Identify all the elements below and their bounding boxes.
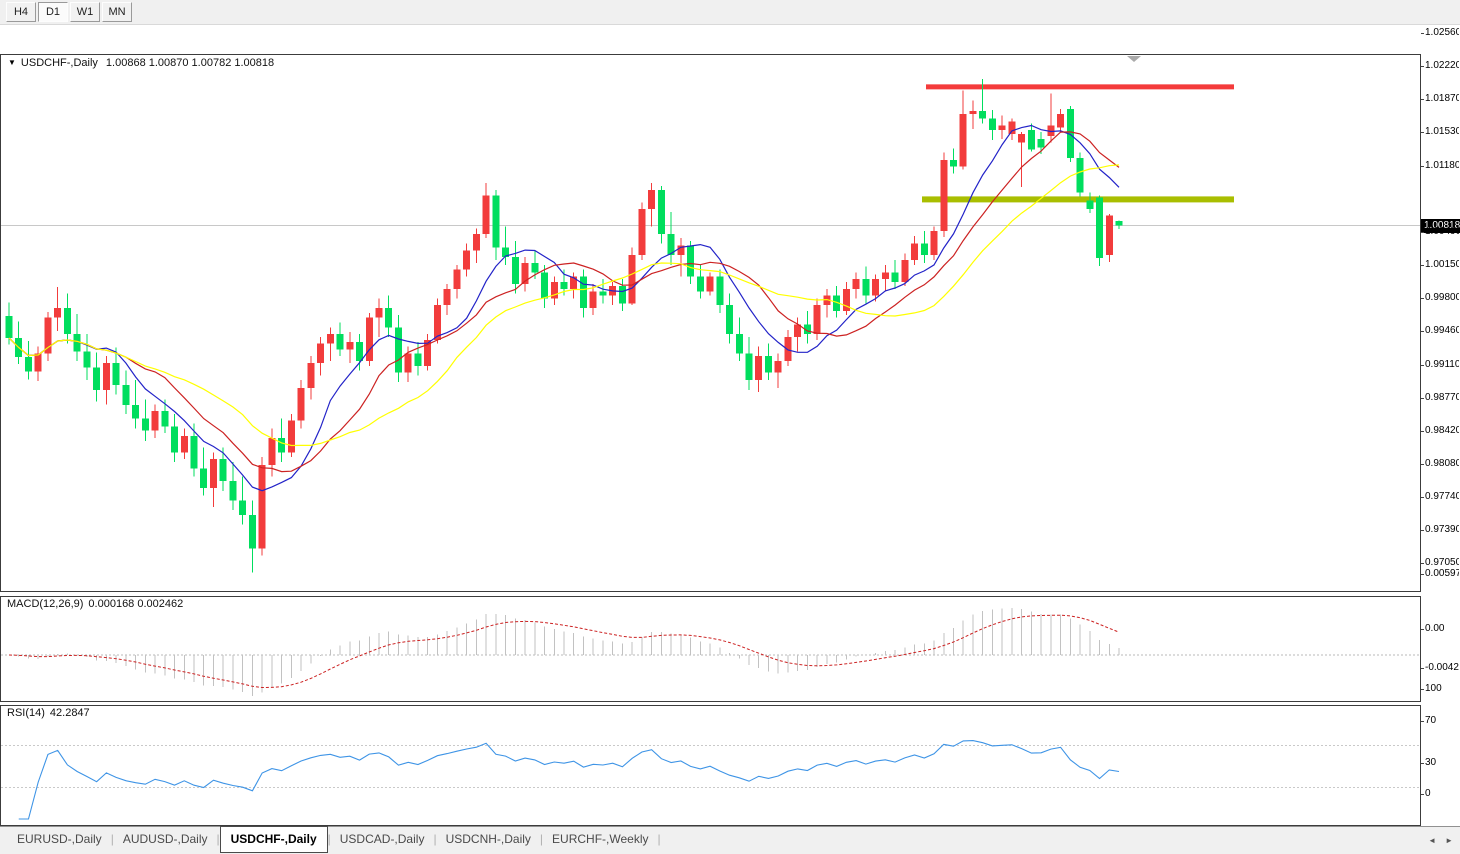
price-axis-tick — [1421, 132, 1424, 134]
timeframe-button-w1[interactable]: W1 — [70, 2, 100, 22]
macd-label: MACD(12,26,9) — [7, 598, 84, 610]
chart-tab-usdchf-daily[interactable]: USDCHF-,Daily — [219, 826, 328, 853]
timeframe-toolbar: H4 D1 W1 MN — [0, 0, 1460, 25]
price-axis-tick — [1421, 33, 1424, 34]
price-axis-label: 1.01180 — [1425, 159, 1459, 171]
price-axis-label: 1.01870 — [1425, 93, 1459, 105]
rsi-axis-label: 70 — [1425, 714, 1437, 726]
price-axis-tick — [1421, 264, 1424, 266]
chart-area: ▼ USDCHF-,Daily 1.00868 1.00870 1.00782 1.… — [0, 25, 1460, 851]
price-axis-tick — [1421, 397, 1424, 399]
ma-mid — [8, 131, 1120, 473]
rsi-axis-tick — [1421, 720, 1424, 722]
price-axis-label: 1.02220 — [1425, 59, 1459, 71]
macd-axis-label: -0.004243 — [1425, 662, 1459, 674]
price-axis-tick — [1421, 298, 1424, 300]
price-axis-tick — [1421, 530, 1424, 532]
price-axis-label: 0.99460 — [1425, 325, 1459, 337]
chart-tab-usdcad-daily[interactable]: USDCAD-,Daily — [331, 827, 434, 852]
price-axis-label: 0.97740 — [1425, 490, 1459, 502]
macd-panel[interactable] — [0, 596, 1421, 702]
timeframe-button-mn[interactable]: MN — [102, 2, 132, 22]
price-axis-tick — [1421, 364, 1424, 366]
chart-tab-usdcnh-daily[interactable]: USDCNH-,Daily — [437, 827, 540, 852]
chevron-down-icon[interactable]: ▼ — [8, 58, 16, 67]
rsi-axis-label: 0 — [1425, 788, 1431, 799]
price-axis-tick — [1421, 99, 1424, 101]
macd-chart[interactable] — [1, 597, 1420, 701]
price-axis-label: 0.98080 — [1425, 457, 1459, 469]
macd-values: 0.000168 0.002462 — [88, 598, 184, 610]
macd-axis-tick — [1421, 629, 1424, 630]
price-axis-tick — [1421, 463, 1424, 465]
tab-scroll-right-icon[interactable]: ► — [1445, 836, 1453, 845]
price-chart-panel[interactable] — [0, 54, 1421, 592]
price-axis-tick — [1421, 165, 1424, 167]
rsi-label: RSI(14) — [7, 707, 45, 719]
macd-label-row: MACD(12,26,9) 0.000168 0.002462 — [7, 598, 188, 610]
rsi-chart[interactable] — [1, 706, 1420, 825]
rsi-label-row: RSI(14) 42.2847 — [7, 707, 95, 719]
rsi-axis-tick — [1421, 794, 1424, 795]
chart-shift-icon[interactable] — [1127, 56, 1141, 62]
price-axis-tick — [1421, 65, 1424, 67]
rsi-axis-label: 30 — [1425, 756, 1437, 768]
rsi-panel[interactable] — [0, 705, 1421, 826]
price-axis-tick — [1421, 431, 1424, 433]
price-axis-label: 1.01530 — [1425, 126, 1459, 138]
price-axis-label: 0.98770 — [1425, 391, 1459, 403]
rsi-value: 42.2847 — [49, 707, 90, 719]
timeframe-button-h4[interactable]: H4 — [6, 2, 36, 22]
price-axis-label: 1.02560 — [1425, 27, 1459, 38]
price-axis-label: 1.00150 — [1425, 258, 1459, 270]
price-axis-tick — [1421, 232, 1424, 234]
price-axis-label: 0.98420 — [1425, 425, 1459, 437]
price-axis-tick — [1421, 331, 1424, 333]
chart-tab-audusd-daily[interactable]: AUDUSD-,Daily — [114, 827, 217, 852]
ohlc-values: 1.00868 1.00870 1.00782 1.00818 — [105, 57, 275, 69]
rsi-axis-tick — [1421, 762, 1424, 764]
ma-slow — [8, 164, 1120, 447]
tab-scroll-left-icon[interactable]: ◄ — [1428, 836, 1436, 845]
rsi-axis-label: 100 — [1425, 683, 1442, 694]
price-axis-tick — [1421, 496, 1424, 498]
mt4-window: H4 D1 W1 MN ▼ USDCHF-,Daily 1.00868 1.00870 1… — [0, 0, 1460, 854]
chart-ohlc-header: ▼ USDCHF-,Daily 1.00868 1.00870 1.00782 1.… — [8, 57, 274, 69]
price-axis-label: 0.97050 — [1425, 557, 1459, 568]
macd-axis-label: 0.00 — [1425, 623, 1445, 634]
timeframe-button-d1[interactable]: D1 — [38, 2, 68, 22]
rsi-axis-tick — [1421, 689, 1424, 690]
symbol-label: USDCHF-,Daily — [20, 57, 98, 69]
price-axis-label: 1.00490 — [1425, 226, 1459, 238]
macd-axis-label: 0.00597 — [1425, 567, 1459, 579]
candlestick-chart[interactable] — [1, 55, 1420, 591]
chart-tab-bar: ◄ ► EURUSD-,Daily | AUDUSD-,Daily | USDCHF-,… — [0, 826, 1460, 854]
resistance-line[interactable] — [926, 84, 1234, 90]
macd-axis-tick — [1421, 668, 1424, 670]
rsi-line — [18, 740, 1120, 820]
tab-separator: | — [657, 832, 661, 846]
macd-axis-tick — [1421, 573, 1424, 575]
price-axis-label: 0.97390 — [1425, 524, 1459, 536]
price-axis-label: 0.99110 — [1425, 358, 1459, 370]
chart-tab-eurusd-daily[interactable]: EURUSD-,Daily — [8, 827, 111, 852]
price-axis-tick — [1421, 563, 1424, 564]
price-axis-label: 0.99800 — [1425, 292, 1459, 304]
chart-tab-eurchf-weekly[interactable]: EURCHF-,Weekly — [543, 827, 657, 852]
